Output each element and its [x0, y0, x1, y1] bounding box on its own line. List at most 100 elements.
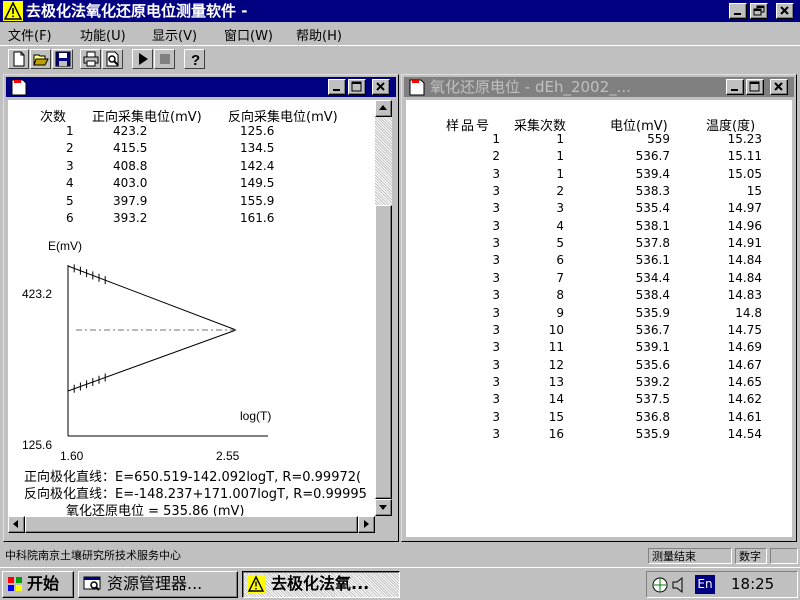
measurement-window: 次数 正向采集电位(mV) 反向采集电位(mV) 1 423.2 125.6 2 415…	[3, 74, 399, 542]
y-tick-top: 423.2	[22, 287, 52, 301]
redox-table-cell: 15	[746, 184, 762, 199]
save-button[interactable]	[52, 49, 73, 69]
redox-table-cell: 539.1	[635, 340, 670, 355]
left-table-cell: 397.9	[113, 193, 148, 208]
document-icon	[11, 79, 27, 96]
redox-table-cell: 2	[556, 184, 564, 199]
task-redox-app[interactable]: 去极化法氧...	[242, 571, 400, 598]
redox-table-cell: 11	[548, 340, 564, 355]
x-axis-label: log(T)	[240, 409, 271, 423]
redox-table-cell: 14.83	[727, 288, 762, 303]
redox-table-cell: 538.4	[635, 288, 670, 303]
left-close-button[interactable]	[372, 79, 390, 95]
redox-table-cell: 535.6	[635, 357, 670, 372]
redox-table-cell: 3	[492, 236, 500, 251]
left-minimize-button[interactable]	[328, 79, 346, 95]
menu-help[interactable]: 帮助(H)	[296, 25, 342, 44]
size-grip	[375, 516, 392, 533]
arrow-down-icon	[379, 505, 387, 510]
print-button[interactable]	[80, 49, 101, 69]
arrow-up-icon	[379, 105, 387, 110]
redox-table-cell: 15.11	[727, 149, 762, 164]
play-icon	[139, 53, 148, 65]
redox-table-cell: 536.7	[635, 322, 670, 337]
redox-table-cell: 14.65	[727, 374, 762, 389]
save-disk-icon	[55, 51, 71, 67]
stop-button[interactable]	[154, 49, 175, 69]
warning-triangle-icon	[247, 575, 265, 593]
close-button[interactable]	[776, 3, 794, 19]
v-scroll-thumb[interactable]	[375, 205, 392, 499]
redox-table-cell: 15.05	[727, 166, 762, 181]
redox-window-titlebar[interactable]: 氧化还原电位 - dEh_2002_...	[404, 77, 794, 97]
redox-table-cell: 5	[556, 236, 564, 251]
language-indicator[interactable]: En	[695, 575, 715, 594]
left-maximize-button[interactable]	[348, 79, 366, 95]
task-explorer[interactable]: 资源管理器...	[78, 571, 238, 598]
left-table-cell: 6	[66, 211, 74, 225]
redox-table-cell: 534.4	[635, 270, 670, 285]
close-icon	[774, 82, 783, 91]
h-scroll-thumb[interactable]	[25, 516, 358, 533]
left-table-cell: 149.5	[240, 176, 275, 191]
start-button[interactable]: 开始	[2, 571, 74, 598]
redox-window-title: 氧化还原电位 - dEh_2002_...	[430, 78, 631, 96]
redox-data-content: 样品号 采集次数 电位(mV) 温度(度) 1 1 559 15.23 2 1 536.7 1…	[406, 100, 792, 537]
new-button[interactable]	[8, 49, 29, 69]
printer-icon	[83, 51, 99, 67]
measurement-window-titlebar[interactable]	[6, 77, 396, 97]
right-maximize-button[interactable]	[746, 79, 764, 95]
right-minimize-button[interactable]	[726, 79, 744, 95]
redox-table-cell: 15.23	[727, 132, 762, 146]
system-tray: En 18:25	[646, 571, 798, 598]
speaker-icon[interactable]	[671, 576, 687, 594]
help-button[interactable]: ?	[184, 49, 205, 69]
x-tick-right: 2.55	[216, 449, 240, 463]
redox-table-cell: 8	[556, 288, 564, 303]
network-icon[interactable]	[651, 576, 669, 594]
left-table-cell: 161.6	[240, 211, 275, 225]
menu-function[interactable]: 功能(U)	[80, 25, 126, 44]
left-table-cell: 134.5	[240, 141, 275, 156]
menu-window[interactable]: 窗口(W)	[224, 25, 273, 44]
y-axis-label: E(mV)	[48, 239, 82, 253]
windows-logo-icon	[8, 577, 22, 591]
left-table-cell: 408.8	[113, 158, 148, 173]
redox-table-cell: 3	[492, 218, 500, 233]
arrow-right-icon	[364, 520, 369, 528]
redox-table-cell: 14	[548, 392, 564, 407]
left-table-cell: 142.4	[240, 158, 275, 173]
scroll-up-button[interactable]	[375, 100, 392, 117]
left-table-cell: 3	[66, 158, 74, 173]
status-state: 测量结束	[648, 548, 732, 564]
right-close-button[interactable]	[770, 79, 788, 95]
redox-table-cell: 1	[556, 166, 564, 181]
scroll-left-button[interactable]	[8, 516, 25, 533]
redox-table-cell: 3	[492, 270, 500, 285]
menu-file[interactable]: 文件(F)	[8, 25, 52, 44]
redox-table-cell: 537.5	[635, 392, 670, 407]
left-table-cell: 423.2	[113, 124, 148, 138]
print-preview-button[interactable]	[102, 49, 123, 69]
run-button[interactable]	[132, 49, 153, 69]
redox-table-cell: 14.84	[727, 270, 762, 285]
redox-table-cell: 3	[492, 166, 500, 181]
scroll-down-button[interactable]	[375, 499, 392, 516]
redox-table-cell: 14.67	[727, 357, 762, 372]
left-table-cell: 393.2	[113, 211, 148, 225]
redox-table-cell: 3	[492, 253, 500, 268]
redox-table-cell: 538.1	[635, 218, 670, 233]
scroll-right-button[interactable]	[358, 516, 375, 533]
minimize-icon	[734, 13, 741, 15]
redox-table-cell: 10	[548, 322, 564, 337]
minimize-button[interactable]	[729, 3, 747, 19]
col-header-sample: 样品号	[446, 119, 492, 134]
close-icon	[780, 6, 789, 15]
redox-result: 氧化还原电位 = 535.86 (mV)	[66, 504, 245, 516]
restore-button[interactable]	[750, 3, 768, 19]
redox-table-cell: 14.61	[727, 409, 762, 424]
redox-table-cell: 16	[548, 426, 564, 441]
v-scroll-track-upper[interactable]	[375, 117, 392, 205]
open-button[interactable]	[30, 49, 51, 69]
menu-view[interactable]: 显示(V)	[152, 25, 197, 44]
